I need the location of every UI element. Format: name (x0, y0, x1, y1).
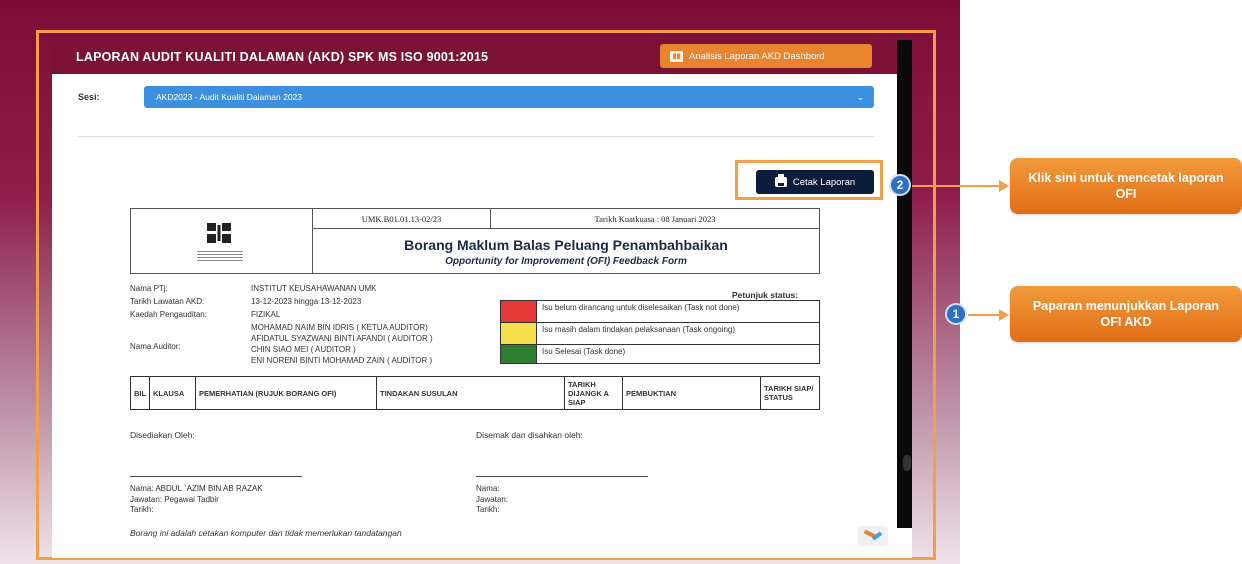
method-value: FIZIKAL (251, 310, 281, 319)
auditor-name: ENI NORENI BINTI MOHAMAD ZAIN ( AUDITOR … (251, 356, 433, 365)
status-legend-title: Petunjuk status: (732, 290, 799, 300)
chart-icon: ▮▮ (670, 50, 683, 62)
divider (78, 136, 874, 137)
auditor-list: MOHAMAD NAIM BIN IDRIS ( KETUA AUDITOR) … (251, 322, 433, 366)
table-header-cell: TARIKH DIJANGK A SIAP (565, 377, 623, 409)
step-badge-2: 2 (889, 174, 911, 196)
form-subtitle: Opportunity for Improvement (OFI) Feedba… (445, 256, 687, 267)
callout-report: Paparan menunjukkan Laporan OFI AKD (1010, 286, 1242, 342)
report-window: LAPORAN AUDIT KUALITI DALAMAN (AKD) SPK … (52, 40, 912, 558)
dashboard-button[interactable]: ▮▮ Analisis Laporan AKD Dashbord (660, 44, 872, 68)
status-swatch-yellow (501, 323, 537, 344)
logo-wordmark (197, 249, 243, 263)
table-header-cell: TARIKH SIAP/ STATUS (764, 384, 814, 402)
reviewer-details: Nama: Jawatan: Tarikh: (476, 484, 508, 516)
visit-date-label: Tarikh Lawatan AKD: (130, 297, 205, 306)
sesi-label: Sesi: (78, 92, 100, 102)
table-header-cell: KLAUSA (150, 377, 196, 409)
legend-row: Isu Selesai (Task done) (501, 345, 819, 363)
connector-line (912, 185, 1000, 187)
auditor-name: AFIDATUL SYAZWANI BINTI AFANDI ( AUDITOR… (251, 334, 433, 343)
computer-generated-note: Borang ini adalah cetakan komputer dan t… (130, 528, 402, 538)
sesi-selected-value: AKD2023 - Audit Kualiti Dalaman 2023 (156, 92, 303, 102)
table-header-cell: PEMBUKTIAN (623, 377, 761, 409)
chevron-down-icon: ⌄ (856, 92, 864, 102)
status-swatch-red (501, 301, 537, 322)
table-header-cell: TINDAKAN SUSULAN (377, 377, 565, 409)
preparer-name: Nama: ABDUL `AZIM BIN AB RAZAK (130, 484, 263, 493)
table-header-cell: BIL (131, 377, 150, 409)
signature-line (476, 476, 648, 477)
form-title: Borang Maklum Balas Peluang Penambahbaik… (404, 237, 728, 253)
logo-cell (131, 209, 313, 273)
status-swatch-green (501, 345, 537, 363)
reviewed-by-label: Disemak dan disahkan oleh: (476, 430, 583, 440)
status-legend: Isu belum dirancang untuk diselesaikan (… (500, 300, 820, 364)
preparer-date: Tarikh: (130, 505, 154, 514)
window-header: LAPORAN AUDIT KUALITI DALAMAN (AKD) SPK … (52, 40, 897, 74)
method-label: Kaedah Pengauditan: (130, 310, 207, 319)
arrow-icon (999, 180, 1009, 192)
form-header: UMK.B01.01.13-02/23 Tarikh Kuatkuasa : 0… (130, 208, 820, 274)
callout-print: Klik sini untuk mencetak laporan OFI (1010, 158, 1242, 214)
connector-line (968, 314, 1000, 316)
preparer-details: Nama: ABDUL `AZIM BIN AB RAZAK Jawatan: … (130, 484, 263, 516)
reviewer-date: Tarikh: (476, 505, 500, 514)
legend-text: Isu masih dalam tindakan pelaksanaan (Ta… (542, 325, 736, 334)
ofi-table-header: BIL KLAUSA PEMERHATIAN (RUJUK BORANG OFI… (130, 376, 820, 410)
scroll-handle[interactable] (903, 455, 911, 471)
app-logo-icon (858, 526, 888, 546)
form-reference: UMK.B01.01.13-02/23 (313, 209, 491, 229)
effective-date: Tarikh Kuatkuasa : 08 Januari 2023 (491, 209, 819, 229)
legend-text: Isu Selesai (Task done) (542, 347, 626, 356)
step-badge-1: 1 (945, 303, 967, 325)
prepared-by-label: Disediakan Oleh: (130, 430, 195, 440)
arrow-icon (999, 309, 1009, 321)
legend-row: Isu masih dalam tindakan pelaksanaan (Ta… (501, 323, 819, 345)
legend-text: Isu belum dirancang untuk diselesaikan (… (542, 303, 740, 312)
dashboard-button-label: Analisis Laporan AKD Dashbord (689, 50, 825, 62)
reviewer-name: Nama: (476, 484, 500, 493)
sesi-select[interactable]: AKD2023 - Audit Kualiti Dalaman 2023 ⌄ (144, 86, 874, 108)
legend-row: Isu belum dirancang untuk diselesaikan (… (501, 301, 819, 323)
reviewer-position: Jawatan: (476, 494, 509, 504)
auditor-name: MOHAMAD NAIM BIN IDRIS ( KETUA AUDITOR) (251, 323, 428, 332)
preparer-position: Jawatan: Pegawai Tadbir (130, 494, 219, 504)
auditor-name: CHIN SIAO MEI ( AUDITOR ) (251, 345, 356, 354)
visit-date-value: 13-12-2023 hingga 13-12-2023 (251, 297, 362, 306)
print-highlight-box (735, 160, 883, 200)
auditor-label: Nama Auditor: (130, 342, 181, 351)
ptj-value: INSTITUT KEUSAHAWANAN UMK (251, 284, 377, 293)
page-title: LAPORAN AUDIT KUALITI DALAMAN (AKD) SPK … (76, 50, 489, 64)
signature-line (130, 476, 302, 477)
table-header-cell: PEMERHATIAN (RUJUK BORANG OFI) (196, 377, 377, 409)
university-logo-icon (207, 221, 231, 245)
ptj-label: Nama PTj: (130, 284, 168, 293)
